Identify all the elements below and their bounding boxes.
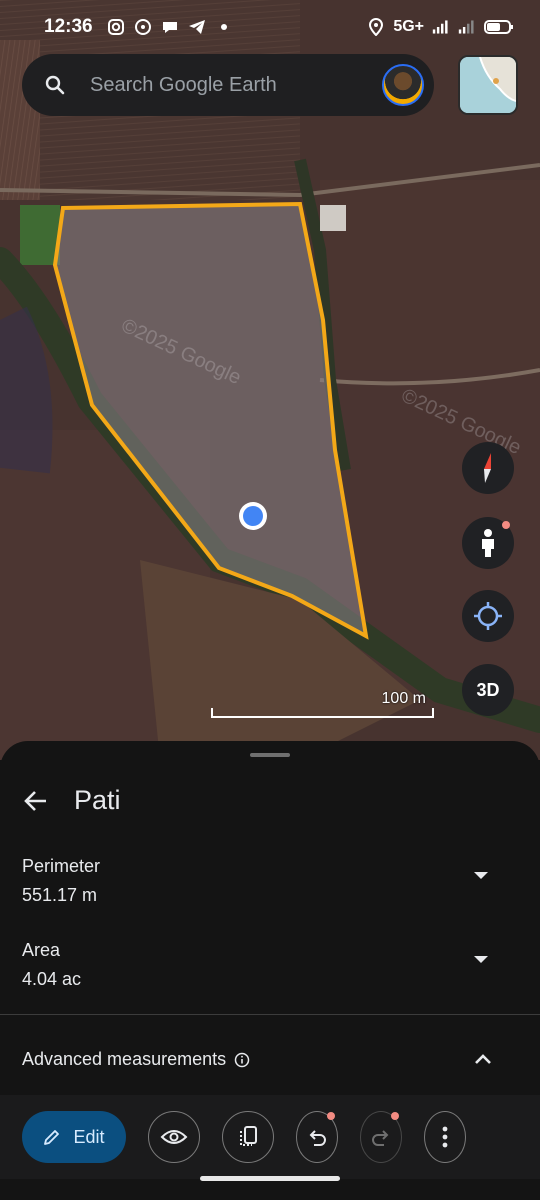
map-layers-button[interactable] — [458, 55, 518, 115]
copy-button[interactable] — [222, 1111, 274, 1163]
dot-icon — [215, 18, 233, 36]
battery-icon — [484, 18, 514, 36]
status-bar: 12:36 5G+ — [0, 0, 540, 54]
avatar[interactable] — [382, 64, 424, 106]
search-icon[interactable] — [44, 74, 66, 96]
drag-handle[interactable] — [250, 753, 290, 757]
edit-label: Edit — [73, 1126, 105, 1147]
notification-dot — [502, 521, 510, 529]
perimeter-row[interactable]: Perimeter 551.17 m — [22, 856, 518, 906]
signal-icon — [432, 18, 450, 36]
redo-button[interactable] — [360, 1111, 402, 1163]
area-row[interactable]: Area 4.04 ac — [22, 940, 518, 990]
search-bar[interactable]: Search Google Earth — [22, 54, 434, 116]
area-value: 4.04 ac — [22, 969, 82, 989]
advanced-measurements-row[interactable]: Advanced measurements — [22, 1049, 518, 1070]
status-time: 12:36 — [44, 16, 93, 37]
visibility-button[interactable] — [148, 1111, 200, 1163]
whatsapp-icon — [134, 18, 152, 36]
scale-bar — [211, 708, 434, 718]
dropdown-icon[interactable] — [474, 956, 488, 963]
dropdown-icon[interactable] — [474, 872, 488, 879]
copy-icon — [240, 1126, 257, 1146]
map-scale: 100 m — [211, 690, 434, 718]
signal-2-icon — [458, 18, 476, 36]
compass-icon — [484, 453, 491, 483]
network-type: 5G+ — [393, 18, 424, 35]
eye-icon — [160, 1130, 188, 1144]
notification-dot — [327, 1112, 335, 1120]
pencil-icon — [44, 1130, 60, 1145]
3d-toggle-button[interactable]: 3D — [462, 664, 514, 716]
map-view[interactable]: ©2025 Google ©2025 Google 12:36 5G+ Sear… — [0, 0, 540, 760]
info-icon[interactable] — [234, 1052, 250, 1068]
chat-icon — [161, 18, 179, 36]
mini-map-icon — [460, 57, 516, 113]
undo-icon — [309, 1130, 326, 1146]
redo-icon — [372, 1130, 389, 1146]
gesture-nav-bar[interactable] — [200, 1176, 340, 1181]
divider — [0, 1014, 540, 1015]
scale-label: 100 m — [381, 690, 426, 707]
search-input[interactable]: Search Google Earth — [90, 74, 382, 97]
page-title: Pati — [74, 785, 121, 815]
advanced-measurements-label: Advanced measurements — [22, 1049, 227, 1069]
more-vert-icon — [442, 1126, 448, 1148]
edit-button[interactable]: Edit — [22, 1111, 126, 1163]
compass-button[interactable] — [462, 442, 514, 494]
pegman-icon — [482, 529, 494, 557]
sheet-header: Pati — [22, 785, 121, 816]
measurement-sheet: Pati Perimeter 551.17 m Area 4.04 ac Adv… — [0, 741, 540, 1200]
area-label: Area — [22, 940, 61, 960]
street-view-button[interactable] — [462, 517, 514, 569]
bottom-toolbar: Edit — [0, 1095, 540, 1179]
telegram-icon — [188, 18, 206, 36]
instagram-icon — [107, 18, 125, 36]
more-options-button[interactable] — [424, 1111, 466, 1163]
perimeter-value: 551.17 m — [22, 885, 98, 905]
back-arrow-icon[interactable] — [22, 787, 50, 815]
undo-button[interactable] — [296, 1111, 338, 1163]
perimeter-label: Perimeter — [22, 856, 101, 876]
location-icon — [367, 18, 385, 36]
chevron-up-icon[interactable] — [474, 1051, 492, 1069]
notification-dot — [391, 1112, 399, 1120]
crosshair-icon — [474, 602, 502, 630]
my-location-button[interactable] — [462, 590, 514, 642]
